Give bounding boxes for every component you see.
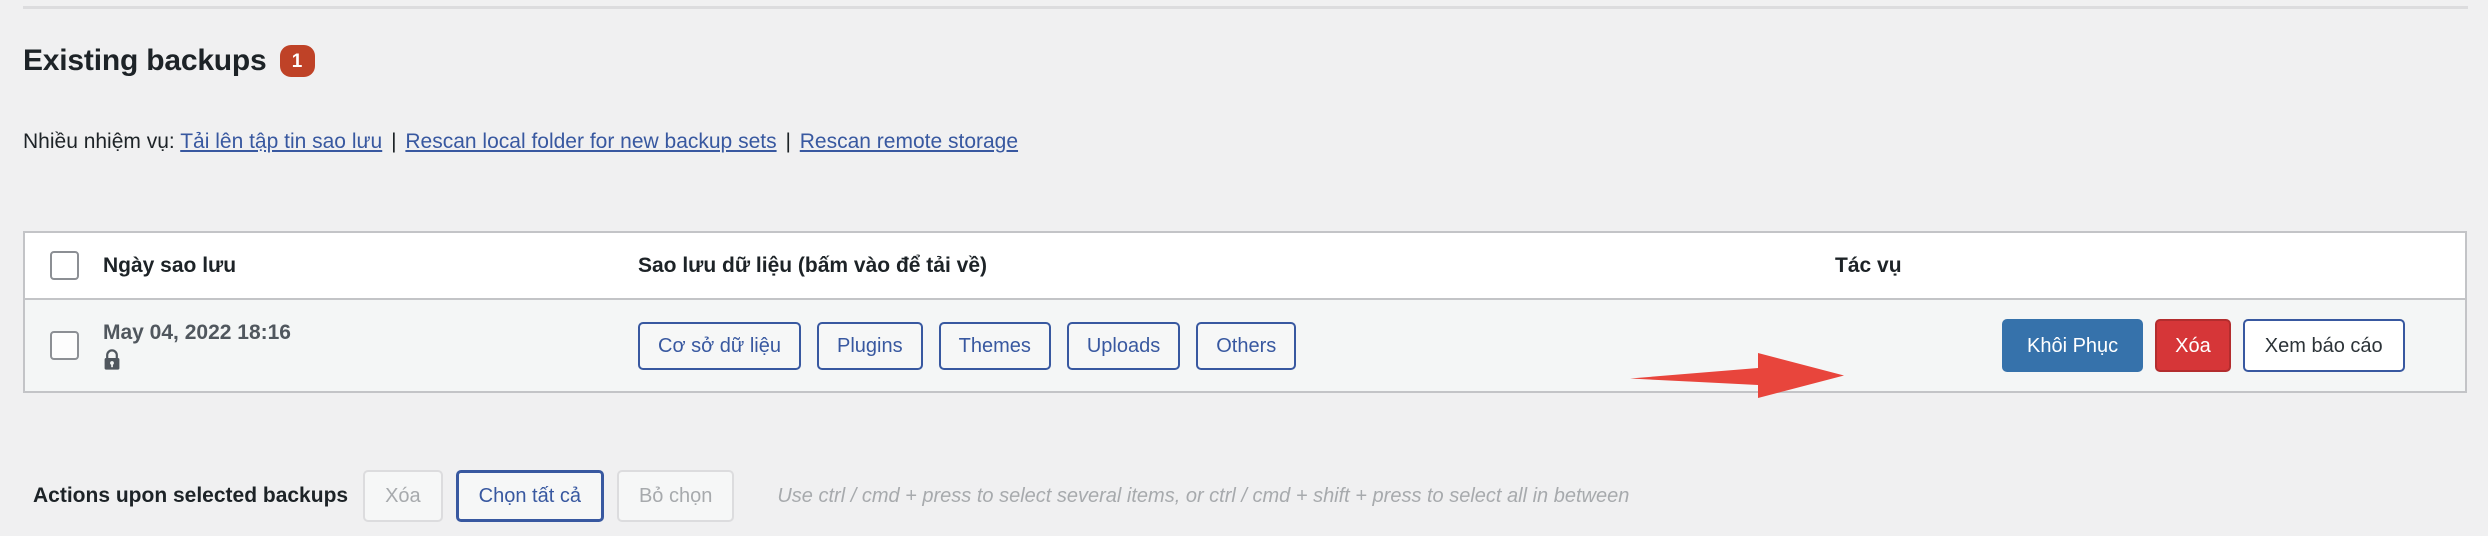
select-all-button[interactable]: Chọn tất cả (455, 470, 604, 522)
multiple-tasks-row: Nhiều nhiệm vụ: Tải lên tập tin sao lưu … (23, 128, 1018, 155)
table-header-row: Ngày sao lưu Sao lưu dữ liệu (bấm vào để… (25, 233, 2465, 300)
download-themes-button[interactable]: Themes (938, 321, 1051, 370)
table-row: May 04, 2022 18:16 Cơ sở dữ liệu Plugins… (25, 300, 2465, 391)
download-database-button[interactable]: Cơ sở dữ liệu (638, 321, 801, 370)
column-header-actions-label: Tác vụ (1835, 253, 1902, 277)
download-plugins-button[interactable]: Plugins (817, 321, 923, 370)
deselect-button[interactable]: Bỏ chọn (616, 470, 735, 522)
page-header: Existing backups 1 (23, 45, 315, 77)
backup-count-badge: 1 (279, 45, 315, 77)
row-select-checkbox[interactable] (49, 331, 79, 360)
link-separator-1: | (391, 130, 397, 153)
select-all-cell[interactable] (25, 251, 103, 280)
bulk-delete-button[interactable]: Xóa (363, 470, 443, 522)
link-separator-2: | (785, 130, 791, 153)
top-divider (23, 6, 2468, 9)
backup-entity-buttons: Cơ sở dữ liệu Plugins Themes Uploads Oth… (638, 321, 1835, 370)
column-header-date: Ngày sao lưu (103, 253, 237, 277)
delete-button[interactable]: Xóa (2155, 319, 2231, 372)
download-others-button[interactable]: Others (1196, 321, 1297, 370)
backup-date-text: May 04, 2022 18:16 (103, 321, 291, 345)
bulk-actions-label: Actions upon selected backups (33, 484, 349, 507)
select-all-checkbox[interactable] (49, 251, 79, 280)
lock-icon (103, 348, 121, 371)
backup-date-cell: May 04, 2022 18:16 (103, 320, 638, 370)
backup-data-cell: Cơ sở dữ liệu Plugins Themes Uploads Oth… (638, 321, 1835, 370)
upload-backup-files-link[interactable]: Tải lên tập tin sao lưu (180, 130, 382, 153)
row-actions-group: Khôi Phục Xóa Xem báo cáo (2002, 319, 2405, 372)
existing-backups-table: Ngày sao lưu Sao lưu dữ liệu (bấm vào để… (23, 231, 2467, 393)
restore-button[interactable]: Khôi Phục (2002, 319, 2144, 372)
column-header-actions: Tác vụ (1835, 254, 2465, 278)
download-uploads-button[interactable]: Uploads (1066, 321, 1181, 370)
selection-hint-text: Use ctrl / cmd + press to select several… (777, 484, 1630, 507)
row-actions-cell: Khôi Phục Xóa Xem báo cáo (1835, 319, 2465, 372)
row-select-cell[interactable] (25, 331, 103, 360)
page-title: Existing backups (23, 44, 267, 77)
view-log-button[interactable]: Xem báo cáo (2242, 319, 2405, 372)
bulk-actions-bar: Actions upon selected backups Xóa Chọn t… (33, 470, 1629, 522)
rescan-local-folder-link[interactable]: Rescan local folder for new backup sets (405, 130, 776, 153)
multiple-tasks-label: Nhiều nhiệm vụ: (23, 130, 175, 153)
column-header-backup-data: Sao lưu dữ liệu (bấm vào để tải về) (638, 253, 987, 277)
rescan-remote-storage-link[interactable]: Rescan remote storage (800, 130, 1018, 153)
